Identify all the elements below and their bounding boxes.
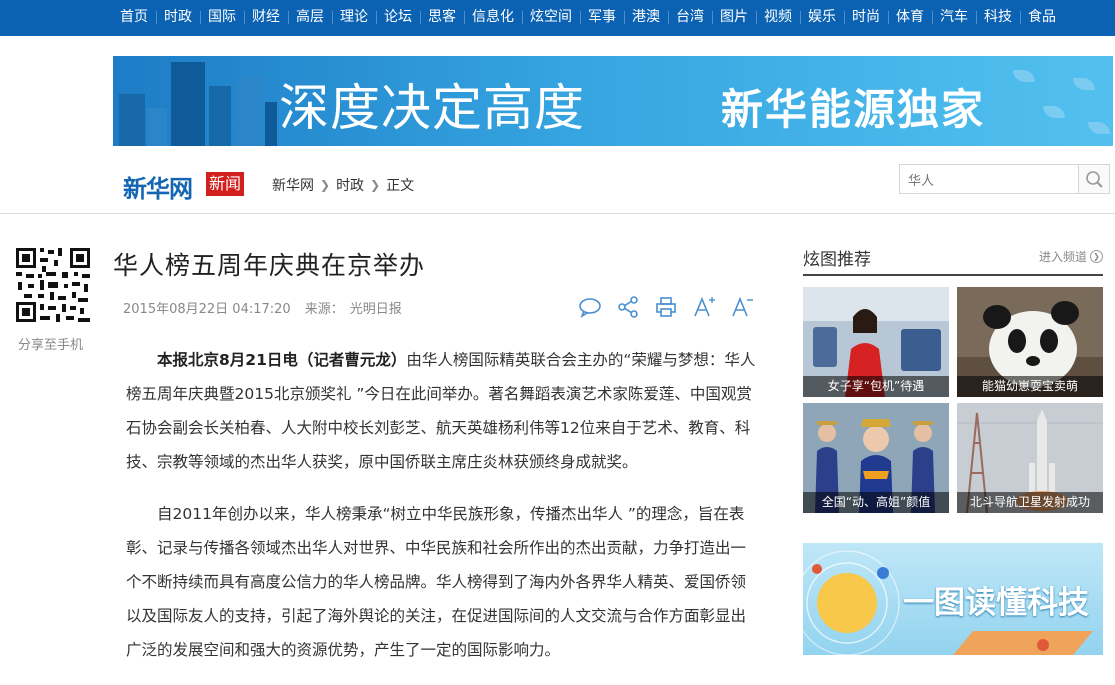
breadcrumb: 新华网 ❯ 时政 ❯ 正文	[272, 175, 414, 195]
search-box	[899, 164, 1110, 194]
search-button[interactable]	[1078, 165, 1109, 193]
nav-item-fashion[interactable]: 时尚	[844, 0, 888, 34]
share-icon	[618, 296, 638, 318]
city-building-graphic	[147, 108, 167, 146]
article-source[interactable]: 光明日报	[350, 302, 402, 317]
search-input[interactable]	[900, 165, 1086, 193]
nav-item-home[interactable]: 首页	[112, 0, 156, 34]
qr-code-image	[14, 246, 92, 324]
city-building-graphic	[265, 102, 277, 146]
article-title: 华人榜五周年庆典在京举办	[113, 251, 426, 280]
nav-item-leaders[interactable]: 高层	[288, 0, 332, 34]
nav-item-auto[interactable]: 汽车	[932, 0, 976, 34]
nav-item-tech[interactable]: 科技	[976, 0, 1020, 34]
print-icon	[656, 297, 676, 317]
article-toolbar	[578, 295, 754, 319]
nav-item-theory[interactable]: 理论	[332, 0, 376, 34]
nav-item-food[interactable]: 食品	[1020, 0, 1064, 34]
city-building-graphic	[209, 86, 231, 146]
font-decrease-icon	[732, 296, 753, 317]
site-header: 新华网 新闻 新华网 ❯ 时政 ❯ 正文	[0, 147, 1115, 214]
city-building-graphic	[119, 94, 145, 146]
leaf-decoration	[1088, 122, 1110, 134]
nav-item-sports[interactable]: 体育	[888, 0, 932, 34]
top-navigation-bar: 首页 时政 国际 财经 高层 理论 论坛 思客 信息化 炫空间 军事 港澳 台湾…	[0, 0, 1115, 36]
comment-icon	[579, 298, 601, 318]
photo-caption: 能猫幼崽耍宝卖萌	[957, 376, 1103, 397]
breadcrumb-current: 正文	[386, 178, 415, 194]
nav-item-military[interactable]: 军事	[580, 0, 624, 34]
photo-card[interactable]: 女子享“包机”待遇	[803, 287, 949, 397]
nav-item-photos[interactable]: 图片	[712, 0, 756, 34]
share-button[interactable]	[616, 295, 640, 319]
nav-item-video[interactable]: 视频	[756, 0, 800, 34]
promo-title: 一图读懂科技	[903, 585, 1089, 621]
enter-channel-label: 进入频道	[1038, 250, 1087, 264]
article-paragraph: 自2011年创办以来，华人榜秉承“树立中华民族形象，传播杰出华人 ”的理念，旨在…	[126, 497, 760, 667]
chevron-right-icon: ❯	[320, 178, 331, 192]
breadcrumb-section[interactable]: 时政	[336, 175, 364, 195]
font-increase-icon	[694, 296, 715, 317]
nav-item-world[interactable]: 国际	[200, 0, 244, 34]
leaf-decoration	[1013, 70, 1035, 82]
breadcrumb-home[interactable]: 新华网	[272, 175, 314, 195]
comment-button[interactable]	[578, 295, 602, 319]
photo-card[interactable]: 能猫幼崽耍宝卖萌	[957, 287, 1103, 397]
leaf-decoration	[1043, 106, 1065, 118]
chevron-right-icon: ❯	[370, 178, 381, 192]
print-button[interactable]	[654, 295, 678, 319]
logo-tag[interactable]: 新闻	[206, 172, 245, 196]
photo-caption: 女子享“包机”待遇	[803, 376, 949, 397]
font-decrease-button[interactable]	[730, 295, 754, 319]
article-paragraph-text: 由华人榜国际精英联合会主办的“荣耀与梦想：华人榜五周年庆典暨2015北京颁奖礼 …	[126, 351, 756, 471]
photo-card[interactable]: 全国“动、高姐”颜值	[803, 403, 949, 513]
article-lead: 本报北京8月21日电（记者曹元龙）	[157, 351, 407, 369]
article-body: 本报北京8月21日电（记者曹元龙）由华人榜国际精英联合会主办的“荣耀与梦想：华人…	[126, 343, 760, 685]
nav-item-hk-macao[interactable]: 港澳	[624, 0, 668, 34]
banner-brand: 新华能源独家	[721, 85, 986, 134]
enter-channel-link[interactable]: 进入频道 ❯	[1039, 248, 1103, 265]
city-building-graphic	[235, 76, 263, 146]
font-increase-button[interactable]	[692, 295, 716, 319]
article-paragraph-text: 自2011年创办以来，华人榜秉承“树立中华民族形象，传播杰出华人 ”的理念，旨在…	[126, 505, 747, 659]
source-label: 来源：	[304, 302, 344, 317]
top-nav-list: 首页 时政 国际 财经 高层 理论 论坛 思客 信息化 炫空间 军事 港澳 台湾…	[112, 0, 1064, 34]
nav-item-finance[interactable]: 财经	[244, 0, 288, 34]
photo-caption: 全国“动、高姐”颜值	[803, 492, 949, 513]
share-to-phone-label: 分享至手机	[18, 338, 84, 353]
article-paragraph: 本报北京8月21日电（记者曹元龙）由华人榜国际精英联合会主办的“荣耀与梦想：华人…	[126, 343, 760, 479]
leaf-decoration	[1073, 78, 1095, 90]
article-date: 2015年08月22日 04:17:20	[123, 302, 291, 317]
sidebar-title: 炫图推荐	[803, 250, 871, 270]
nav-item-taiwan[interactable]: 台湾	[668, 0, 712, 34]
nav-item-it[interactable]: 信息化	[464, 0, 522, 34]
search-icon	[1086, 171, 1103, 188]
nav-item-entertainment[interactable]: 娱乐	[800, 0, 844, 34]
site-logo[interactable]: 新华网	[123, 169, 193, 204]
city-building-graphic	[171, 62, 205, 146]
article-meta: 2015年08月22日 04:17:20 来源： 光明日报	[123, 298, 416, 317]
banner-slogan: 深度决定高度	[279, 79, 585, 137]
nav-item-cool-space[interactable]: 炫空间	[522, 0, 580, 34]
photo-card[interactable]: 北斗导航卫星发射成功	[957, 403, 1103, 513]
promo-banner[interactable]: 一图读懂科技	[803, 543, 1103, 655]
nav-item-politics[interactable]: 时政	[156, 0, 200, 34]
nav-item-sike[interactable]: 思客	[420, 0, 464, 34]
chevron-right-icon: ❯	[1090, 250, 1103, 263]
banner-ad[interactable]: 深度决定高度 新华能源独家	[113, 56, 1113, 146]
nav-item-forum[interactable]: 论坛	[376, 0, 420, 34]
sidebar-header: 炫图推荐 进入频道 ❯	[803, 243, 1103, 276]
photo-caption: 北斗导航卫星发射成功	[957, 492, 1103, 513]
